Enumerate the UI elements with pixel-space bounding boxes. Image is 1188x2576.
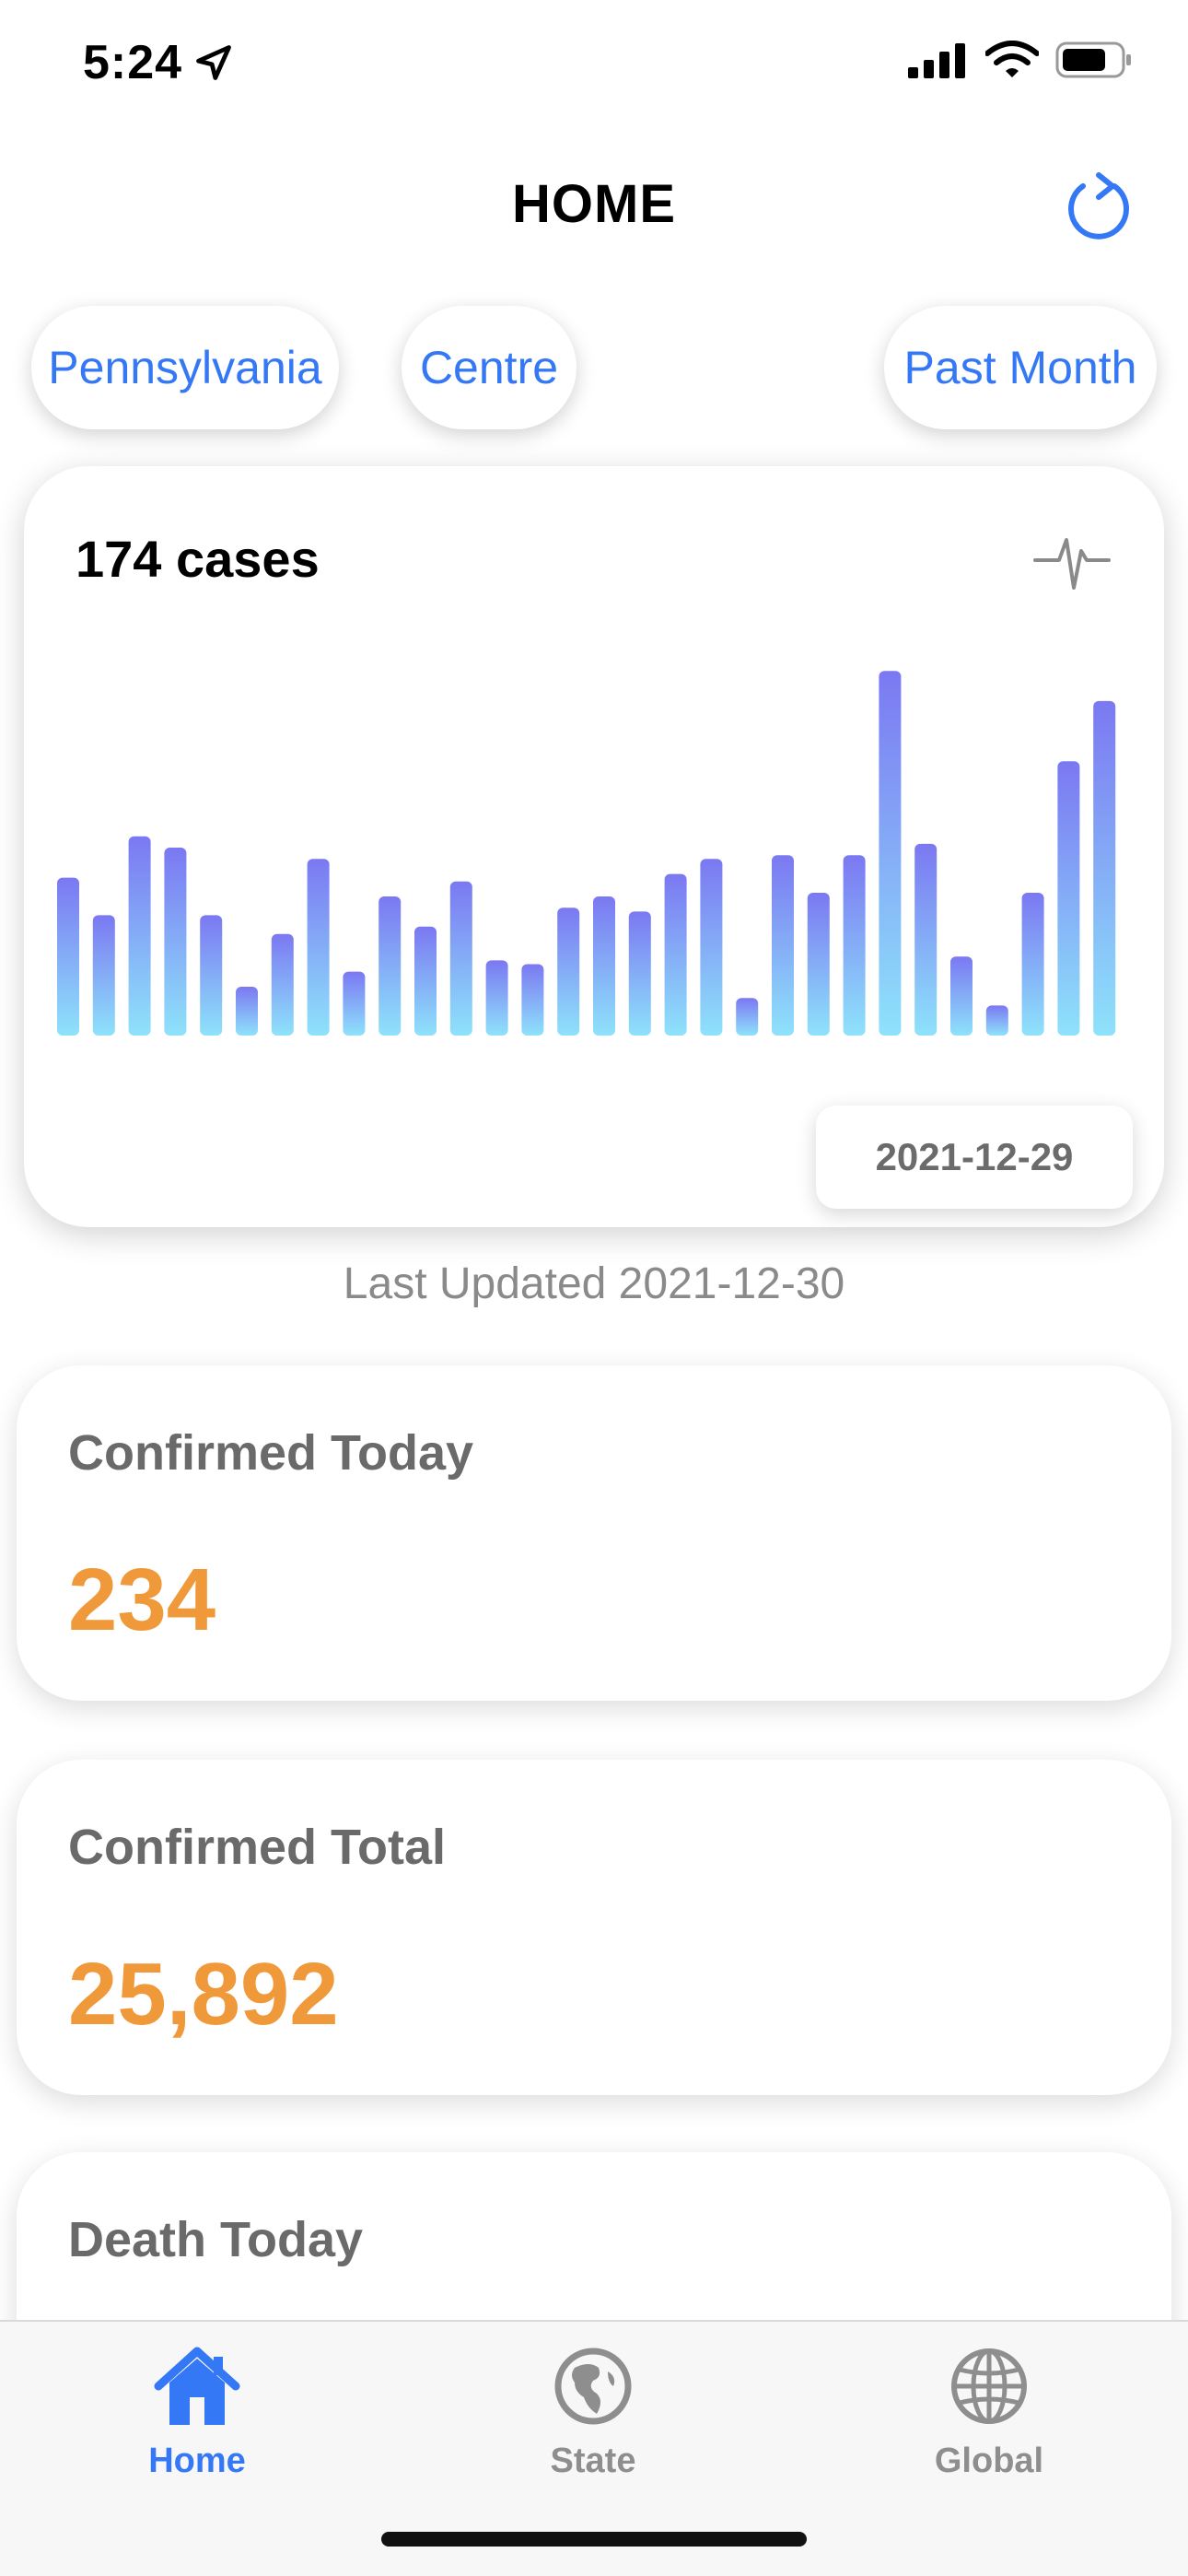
chart-bar[interactable] — [879, 671, 902, 1036]
confirmed-total-card[interactable]: Confirmed Total 25,892 — [17, 1760, 1171, 2095]
cases-chart-card: 174 cases 2021-12-29 — [24, 466, 1164, 1227]
tab-label: State — [550, 2441, 636, 2480]
tooltip-arrow — [1068, 1076, 1124, 1107]
page-title: HOME — [512, 174, 676, 234]
chart-bar[interactable] — [128, 836, 151, 1036]
status-bar: 5:24 — [0, 0, 1188, 129]
stat-label: Confirmed Total — [68, 1820, 446, 1875]
county-filter-button[interactable]: Centre — [402, 306, 577, 429]
refresh-button[interactable] — [1059, 166, 1138, 245]
chart-bar[interactable] — [379, 896, 402, 1036]
house-icon — [154, 2347, 240, 2425]
chart-bar[interactable] — [843, 855, 866, 1036]
tab-home[interactable]: Home — [96, 2340, 298, 2506]
chart-bar[interactable] — [914, 843, 938, 1036]
chart-bar[interactable] — [307, 859, 330, 1036]
chart-bar[interactable] — [664, 873, 687, 1036]
chart-bar[interactable] — [1021, 893, 1044, 1036]
tab-label: Global — [934, 2441, 1044, 2480]
chart-bar[interactable] — [200, 915, 223, 1036]
chart-bar[interactable] — [593, 896, 615, 1036]
chart-bar[interactable] — [772, 855, 794, 1036]
chart-bar[interactable] — [985, 1005, 1008, 1036]
status-time-text: 5:24 — [83, 36, 183, 89]
chart-bar[interactable] — [449, 881, 472, 1036]
stat-value: 25,892 — [68, 1945, 339, 2043]
status-time: 5:24 — [83, 35, 234, 90]
chart-bar[interactable] — [557, 907, 580, 1036]
globe-icon — [951, 2348, 1027, 2424]
chart-bar[interactable] — [807, 893, 830, 1036]
cellular-signal-icon — [908, 43, 965, 78]
location-arrow-icon — [196, 45, 231, 80]
chart-bar[interactable] — [92, 915, 115, 1036]
battery-icon — [1055, 41, 1131, 78]
period-filter-button[interactable]: Past Month — [884, 306, 1157, 429]
status-indicators — [908, 41, 1133, 79]
stat-label: Confirmed Today — [68, 1425, 474, 1481]
home-indicator — [381, 2532, 807, 2547]
chart-bar[interactable] — [343, 971, 366, 1036]
selected-bar[interactable] — [1093, 700, 1116, 1036]
tab-state[interactable]: State — [492, 2340, 694, 2506]
chart-bar[interactable] — [950, 956, 973, 1036]
selected-date-tooltip: 2021-12-29 — [816, 1106, 1133, 1209]
tab-label: Home — [148, 2441, 246, 2480]
chart-bar[interactable] — [271, 933, 294, 1036]
chart-bar[interactable] — [521, 964, 544, 1036]
chart-bar[interactable] — [57, 877, 79, 1036]
chart-bar[interactable] — [1057, 761, 1080, 1036]
chart-bar[interactable] — [485, 960, 508, 1036]
refresh-icon — [1068, 172, 1129, 240]
chart-bar[interactable] — [414, 926, 437, 1036]
chart-bar[interactable] — [236, 987, 258, 1036]
chart-bar[interactable] — [736, 998, 759, 1036]
stat-value: 234 — [68, 1551, 216, 1649]
stat-label: Death Today — [68, 2212, 364, 2267]
wifi-icon — [985, 41, 1039, 77]
chart-bar[interactable] — [164, 848, 187, 1036]
last-updated-text: Last Updated 2021-12-30 — [343, 1259, 845, 1308]
chart-bar[interactable] — [628, 911, 651, 1036]
tab-global[interactable]: Global — [888, 2340, 1090, 2506]
chart-bar[interactable] — [700, 859, 723, 1036]
confirmed-today-card[interactable]: Confirmed Today 234 — [17, 1365, 1171, 1701]
state-filter-button[interactable]: Pennsylvania — [31, 306, 339, 429]
globe-americas-icon — [554, 2348, 632, 2425]
